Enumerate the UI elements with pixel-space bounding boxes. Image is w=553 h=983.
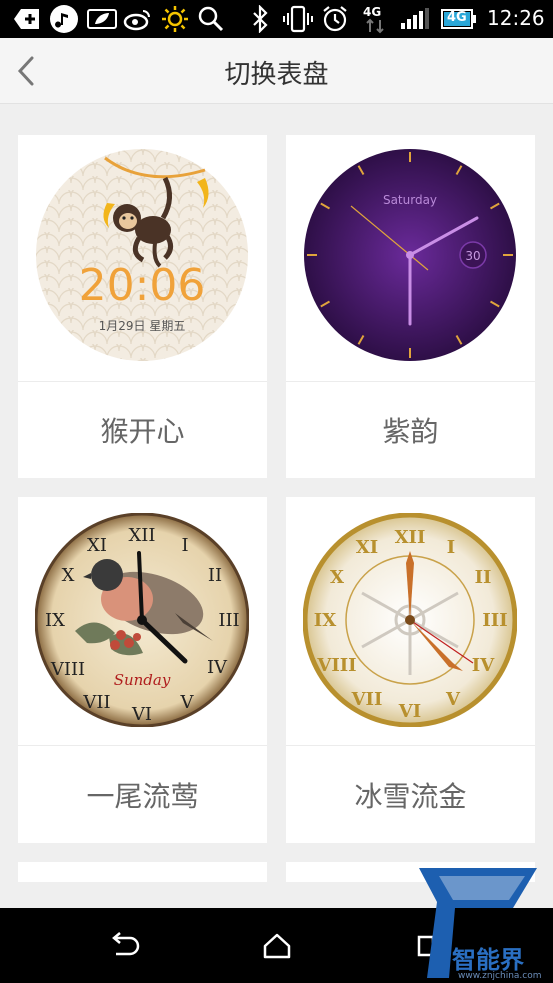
watch-face-card-gold[interactable]: XII I II III IV V VI VII VIII IX X XI 冰雪… [286,497,535,843]
svg-text:XII: XII [395,527,426,548]
svg-text:II: II [475,567,492,588]
weibo-icon [122,4,154,34]
watch-time: 20:06 [79,260,206,311]
svg-text:I: I [447,537,455,558]
svg-text:X: X [330,567,344,588]
watch-date: 1月29日 星期五 [99,319,186,333]
clock: 12:26 [487,6,545,30]
watch-face-preview: 20:06 1月29日 星期五 [18,135,267,382]
svg-text:III: III [482,610,507,631]
watermark-text: 智能界 [452,946,524,974]
svg-text:VII: VII [82,692,110,713]
svg-text:IV: IV [472,655,495,676]
watch-face-card-bird[interactable]: XII I II III IV V VI VII VIII IX X XI Su… [18,497,267,843]
signal-icon [398,4,432,34]
leaf-icon [86,4,118,34]
watch-face-name: 冰雪流金 [354,779,467,813]
watch-face-card-purple[interactable]: Saturday 30 紫韵 [286,135,535,478]
svg-text:X: X [62,565,75,586]
watch-date-number: 30 [465,249,480,263]
add-icon [12,4,42,34]
watch-face-name: 猴开心 [100,415,185,448]
svg-text:VI: VI [131,704,152,725]
watch-day: Sunday [114,671,171,689]
watch-face-preview: Saturday 30 [286,135,535,382]
watermark-url: www.znjchina.com [458,971,542,981]
svg-text:IV: IV [207,657,228,678]
svg-text:III: III [218,610,239,631]
watch-face-preview: XII I II III IV V VI VII VIII IX X XI [286,497,535,746]
vibrate-icon [282,4,314,34]
back-icon[interactable] [104,926,144,966]
svg-text:I: I [181,535,188,556]
svg-text:IX: IX [45,610,65,631]
4g-data-icon: 4G [360,4,390,34]
brightness-icon [160,4,190,34]
svg-text:XII: XII [128,525,155,546]
home-icon[interactable] [257,926,297,966]
svg-text:VIII: VIII [316,655,356,676]
svg-text:4G: 4G [363,5,381,19]
svg-text:V: V [445,689,461,710]
watch-face-card-monkey[interactable]: 20:06 1月29日 星期五 猴开心 [18,135,267,478]
svg-text:VII: VII [351,689,383,710]
svg-text:II: II [208,565,222,586]
status-bar: 4G 4G 12:26 [0,0,553,38]
svg-text:V: V [180,692,195,713]
app-bar: 切换表盘 [0,38,553,104]
svg-text:XI: XI [87,535,107,556]
svg-text:VI: VI [398,701,421,722]
music-icon [48,4,80,34]
watch-face-name: 一尾流莺 [86,779,199,813]
network-type: 4G [447,10,467,25]
page-title: 切换表盘 [224,60,329,90]
svg-text:VIII: VIII [50,659,85,680]
watch-day: Saturday [383,193,437,207]
svg-text:IX: IX [314,610,336,631]
bluetooth-icon [248,4,272,34]
search-icon [196,4,226,34]
watch-face-preview: XII I II III IV V VI VII VIII IX X XI [18,497,267,746]
watch-face-name: 紫韵 [382,415,439,448]
svg-text:XI: XI [356,537,378,558]
watch-face-card-partial[interactable] [18,862,267,882]
alarm-icon [320,4,350,34]
